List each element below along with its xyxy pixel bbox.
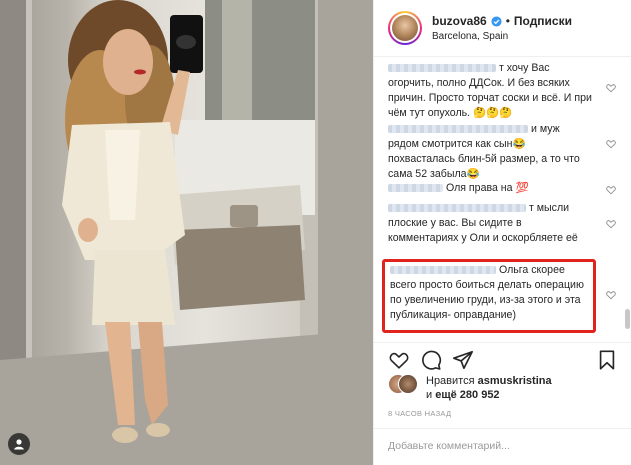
comments-list[interactable]: т хочу Вас огорчить, полно ДДСок. И без …	[374, 57, 631, 342]
person-icon	[14, 439, 24, 450]
post-timestamp[interactable]: 8 ЧАСОВ НАЗАД	[388, 409, 451, 418]
tagged-users-button[interactable]	[8, 433, 30, 455]
likes-summary: Нравится asmuskristina и ещё 280 952	[388, 374, 618, 402]
post-header: buzova86 • Подписки Barcelona, Spain	[374, 0, 631, 57]
highlight-annotation-box	[382, 259, 596, 333]
comment-like-icon[interactable]	[606, 219, 616, 229]
post-photo[interactable]	[0, 0, 373, 465]
comment-item: и муж рядом смотрится как сын😂 похвастал…	[388, 122, 593, 182]
location-link[interactable]: Barcelona, Spain	[432, 31, 572, 42]
blurred-username	[388, 184, 443, 193]
likes-count-link[interactable]: ещё 280 952	[435, 389, 499, 401]
like-icon[interactable]	[388, 349, 410, 371]
comment-item: т хочу Вас огорчить, полно ДДСок. И без …	[388, 61, 593, 121]
add-comment-input[interactable]: Добавьте комментарий...	[374, 428, 631, 465]
comments-scrollbar[interactable]	[625, 309, 630, 329]
blurred-username	[388, 204, 526, 213]
comment-like-icon[interactable]	[606, 185, 616, 195]
separator: •	[505, 14, 510, 28]
share-icon[interactable]	[452, 349, 474, 371]
bookmark-icon[interactable]	[596, 349, 618, 371]
likes-prefix: Нравится	[426, 375, 475, 387]
following-button[interactable]: Подписки	[514, 14, 572, 28]
comment-text: Оля права на 💯	[445, 182, 529, 194]
verified-badge-icon	[491, 15, 502, 27]
liker-avatars	[388, 374, 420, 396]
avatar-image	[392, 15, 418, 41]
username-link[interactable]: buzova86	[432, 14, 487, 28]
post-side-panel: buzova86 • Подписки Barcelona, Spain т х…	[373, 0, 631, 465]
avatar	[398, 374, 418, 394]
comment-icon[interactable]	[420, 349, 442, 371]
post-photo-image	[0, 0, 373, 465]
comment-like-icon[interactable]	[606, 83, 616, 93]
blurred-username	[388, 125, 528, 134]
comment-like-icon[interactable]	[606, 290, 616, 300]
comment-item: Оля права на 💯	[388, 181, 593, 196]
comment-item: т мысли плоские у вас. Вы сидите в комме…	[388, 201, 593, 246]
comment-like-icon[interactable]	[606, 139, 616, 149]
liker-username-link[interactable]: asmuskristina	[478, 375, 552, 387]
blurred-username	[388, 64, 496, 73]
avatar[interactable]	[388, 11, 422, 45]
likes-and: и	[426, 389, 433, 401]
post-actions-bar	[374, 342, 631, 372]
